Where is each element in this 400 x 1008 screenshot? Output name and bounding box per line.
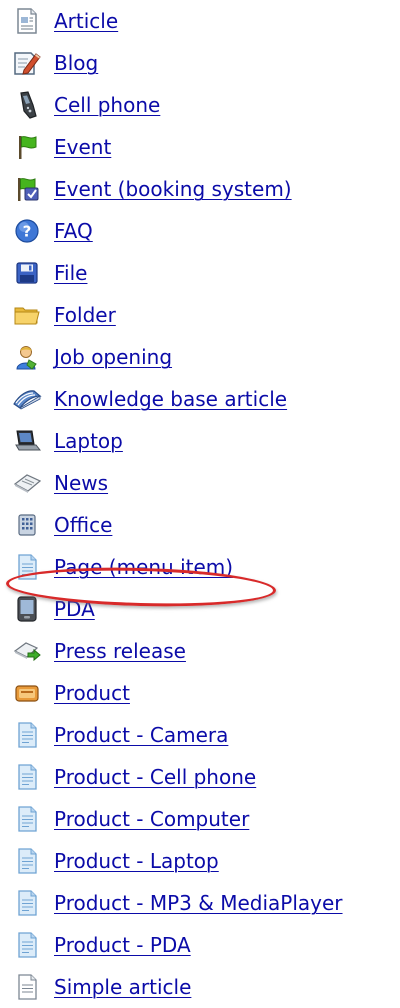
- faq-icon: ?: [10, 214, 44, 248]
- folder-link[interactable]: Folder: [54, 303, 116, 327]
- page-document-icon: [10, 886, 44, 920]
- list-item-product[interactable]: Product: [0, 672, 400, 714]
- laptop-icon: [10, 424, 44, 458]
- document-type-list: Article Blog Cell phone Event Event (boo…: [0, 0, 400, 1008]
- page-document-icon: [10, 844, 44, 878]
- knowledge-base-icon: [10, 382, 44, 416]
- product-cell-phone-link[interactable]: Product - Cell phone: [54, 765, 256, 789]
- cell-phone-icon: [10, 88, 44, 122]
- product-laptop-link[interactable]: Product - Laptop: [54, 849, 219, 873]
- product-icon: [10, 676, 44, 710]
- job-opening-link[interactable]: Job opening: [54, 345, 172, 369]
- list-item-product-pda[interactable]: Product - PDA: [0, 924, 400, 966]
- knowledge-base-article-link[interactable]: Knowledge base article: [54, 387, 287, 411]
- page-document-icon: [10, 718, 44, 752]
- list-item-product-camera[interactable]: Product - Camera: [0, 714, 400, 756]
- faq-link[interactable]: FAQ: [54, 219, 93, 243]
- file-save-icon: [10, 256, 44, 290]
- list-item-event[interactable]: Event: [0, 126, 400, 168]
- list-item-blog[interactable]: Blog: [0, 42, 400, 84]
- page-document-icon: [10, 550, 44, 584]
- page-document-icon: [10, 760, 44, 794]
- list-item-news[interactable]: News: [0, 462, 400, 504]
- list-item-product-cell-phone[interactable]: Product - Cell phone: [0, 756, 400, 798]
- page-document-icon: [10, 802, 44, 836]
- file-link[interactable]: File: [54, 261, 87, 285]
- laptop-link[interactable]: Laptop: [54, 429, 123, 453]
- list-item-product-laptop[interactable]: Product - Laptop: [0, 840, 400, 882]
- news-link[interactable]: News: [54, 471, 108, 495]
- list-item-product-computer[interactable]: Product - Computer: [0, 798, 400, 840]
- event-booking-icon: [10, 172, 44, 206]
- list-item-folder[interactable]: Folder: [0, 294, 400, 336]
- pda-icon: [10, 592, 44, 626]
- list-item-faq[interactable]: ? FAQ: [0, 210, 400, 252]
- event-flag-icon: [10, 130, 44, 164]
- list-item-job-opening[interactable]: Job opening: [0, 336, 400, 378]
- office-link[interactable]: Office: [54, 513, 112, 537]
- page-menu-item-link[interactable]: Page (menu item): [54, 555, 233, 579]
- event-booking-system-link[interactable]: Event (booking system): [54, 177, 292, 201]
- office-building-icon: [10, 508, 44, 542]
- svg-text:?: ?: [23, 223, 32, 241]
- list-item-knowledge-base-article[interactable]: Knowledge base article: [0, 378, 400, 420]
- article-link[interactable]: Article: [54, 9, 118, 33]
- simple-article-icon: [10, 970, 44, 1004]
- list-item-page-menu-item[interactable]: Page (menu item): [0, 546, 400, 588]
- list-item-cell-phone[interactable]: Cell phone: [0, 84, 400, 126]
- list-item-article[interactable]: Article: [0, 0, 400, 42]
- pda-link[interactable]: PDA: [54, 597, 95, 621]
- product-link[interactable]: Product: [54, 681, 130, 705]
- press-release-link[interactable]: Press release: [54, 639, 186, 663]
- list-item-laptop[interactable]: Laptop: [0, 420, 400, 462]
- list-item-product-mp3-mediaplayer[interactable]: Product - MP3 & MediaPlayer: [0, 882, 400, 924]
- list-item-file[interactable]: File: [0, 252, 400, 294]
- list-item-press-release[interactable]: Press release: [0, 630, 400, 672]
- blog-link[interactable]: Blog: [54, 51, 98, 75]
- page-document-icon: [10, 928, 44, 962]
- product-computer-link[interactable]: Product - Computer: [54, 807, 249, 831]
- list-item-office[interactable]: Office: [0, 504, 400, 546]
- article-icon: [10, 4, 44, 38]
- cell-phone-link[interactable]: Cell phone: [54, 93, 160, 117]
- blog-icon: [10, 46, 44, 80]
- job-opening-icon: [10, 340, 44, 374]
- product-pda-link[interactable]: Product - PDA: [54, 933, 191, 957]
- press-release-icon: [10, 634, 44, 668]
- simple-article-link[interactable]: Simple article: [54, 975, 191, 999]
- list-item-event-booking-system[interactable]: Event (booking system): [0, 168, 400, 210]
- product-camera-link[interactable]: Product - Camera: [54, 723, 228, 747]
- news-icon: [10, 466, 44, 500]
- event-link[interactable]: Event: [54, 135, 111, 159]
- list-item-pda[interactable]: PDA: [0, 588, 400, 630]
- product-mp3-mediaplayer-link[interactable]: Product - MP3 & MediaPlayer: [54, 891, 343, 915]
- list-item-simple-article[interactable]: Simple article: [0, 966, 400, 1008]
- folder-icon: [10, 298, 44, 332]
